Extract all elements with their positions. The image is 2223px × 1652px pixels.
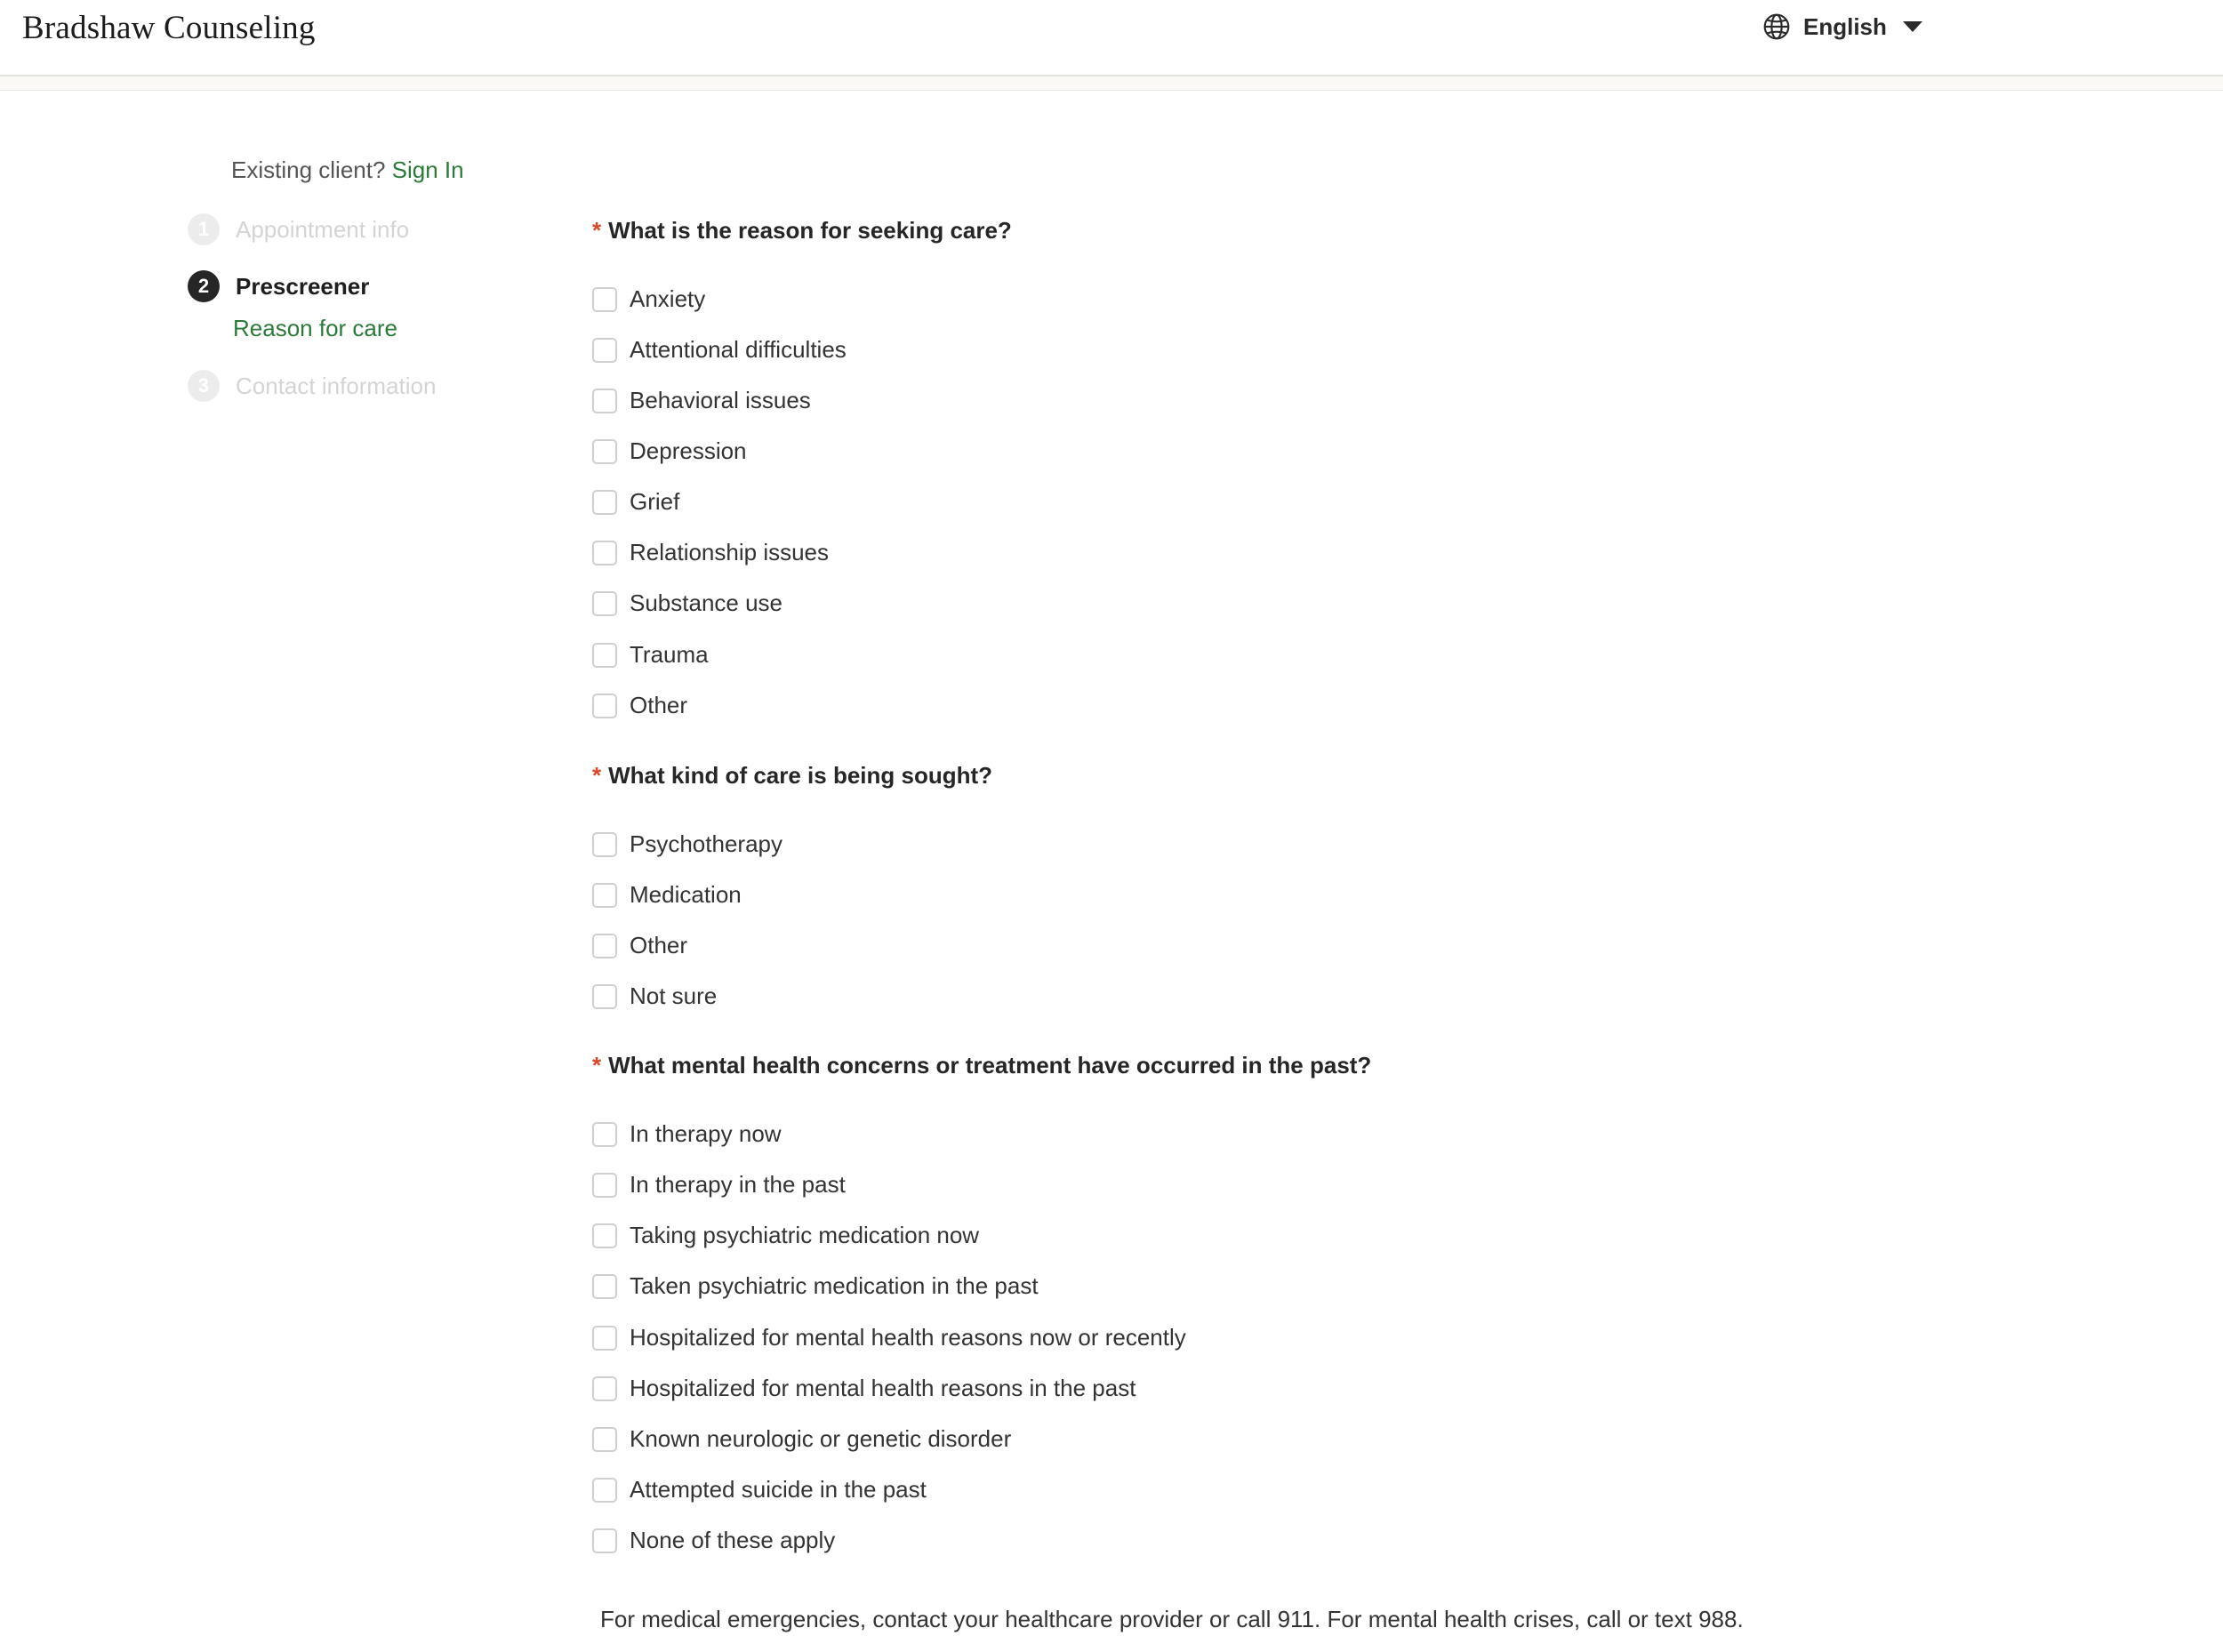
caret-down-icon: [1902, 21, 1922, 32]
option-in-therapy-now[interactable]: In therapy now: [592, 1120, 782, 1148]
option-other[interactable]: Other: [592, 932, 687, 959]
checkbox[interactable]: [592, 1375, 617, 1401]
existing-client-prompt: Existing client? Sign In: [231, 156, 464, 184]
option-none-apply[interactable]: None of these apply: [592, 1527, 835, 1554]
option-attentional-difficulties[interactable]: Attentional difficulties: [592, 336, 847, 364]
option-label: Psychotherapy: [630, 830, 782, 857]
option-label: Trauma: [630, 641, 709, 668]
option-grief[interactable]: Grief: [592, 488, 679, 516]
option-label: In therapy now: [630, 1120, 782, 1147]
option-medication[interactable]: Medication: [592, 881, 742, 909]
checkbox[interactable]: [592, 489, 617, 515]
checkbox[interactable]: [592, 1325, 617, 1351]
option-label: Attempted suicide in the past: [630, 1476, 927, 1503]
option-in-therapy-in-the-past[interactable]: In therapy in the past: [592, 1171, 846, 1199]
checkbox[interactable]: [592, 1172, 617, 1198]
checkbox[interactable]: [592, 882, 617, 908]
option-label: Other: [630, 932, 688, 958]
option-label: None of these apply: [630, 1527, 836, 1553]
option-label: Not sure: [630, 982, 718, 1009]
checkbox[interactable]: [592, 983, 617, 1009]
checkbox[interactable]: [592, 590, 617, 616]
step-label: Contact information: [236, 372, 437, 399]
option-substance-use[interactable]: Substance use: [592, 589, 782, 617]
checkbox[interactable]: [592, 388, 617, 413]
question-label: What mental health concerns or treatment…: [608, 1052, 1372, 1079]
existing-client-text: Existing client?: [231, 156, 386, 183]
option-label: Taking psychiatric medication now: [630, 1222, 980, 1248]
option-other[interactable]: Other: [592, 692, 687, 719]
option-label: Taken psychiatric medication in the past: [630, 1272, 1039, 1299]
checkbox[interactable]: [592, 540, 617, 565]
option-label: Hospitalized for mental health reasons n…: [630, 1324, 1186, 1351]
checkbox[interactable]: [592, 642, 617, 668]
option-label: Substance use: [630, 589, 783, 616]
option-hospitalized-in-past[interactable]: Hospitalized for mental health reasons i…: [592, 1375, 1136, 1402]
option-psychotherapy[interactable]: Psychotherapy: [592, 830, 782, 858]
step-prescreener[interactable]: 2 Prescreener: [188, 270, 369, 302]
step-number-badge: 3: [188, 370, 220, 402]
option-hospitalized-now-or-recently[interactable]: Hospitalized for mental health reasons n…: [592, 1324, 1186, 1351]
checkbox[interactable]: [592, 1528, 617, 1553]
option-label: Grief: [630, 488, 680, 515]
emergency-note: For medical emergencies, contact your he…: [600, 1606, 1744, 1632]
checkbox[interactable]: [592, 337, 617, 363]
option-label: Depression: [630, 437, 747, 464]
checkbox[interactable]: [592, 693, 617, 718]
checkbox[interactable]: [592, 1477, 617, 1503]
option-trauma[interactable]: Trauma: [592, 641, 709, 669]
option-label: Hospitalized for mental health reasons i…: [630, 1375, 1136, 1401]
step-number-badge: 1: [188, 213, 220, 245]
option-behavioral-issues[interactable]: Behavioral issues: [592, 387, 811, 414]
checkbox[interactable]: [592, 1121, 617, 1147]
question-past-concerns: * What mental health concerns or treatmen…: [592, 1052, 1371, 1079]
checkbox[interactable]: [592, 831, 617, 857]
language-selector[interactable]: English: [1762, 12, 1922, 42]
question-reason-for-care: * What is the reason for seeking care?: [592, 217, 1012, 245]
step-label: Prescreener: [236, 272, 370, 300]
step-appointment-info[interactable]: 1 Appointment info: [188, 213, 409, 245]
step-number-badge: 2: [188, 270, 220, 302]
substep-reason-for-care[interactable]: Reason for care: [233, 315, 397, 342]
checkbox[interactable]: [592, 438, 617, 464]
option-label: In therapy in the past: [630, 1171, 846, 1198]
checkbox[interactable]: [592, 933, 617, 958]
option-label: Other: [630, 692, 688, 718]
header-divider-strip: [0, 76, 2223, 91]
option-taken-medication-in-past[interactable]: Taken psychiatric medication in the past: [592, 1272, 1039, 1300]
option-label: Attentional difficulties: [630, 336, 847, 363]
brand-name: Bradshaw Counseling: [22, 10, 316, 46]
question-label: What is the reason for seeking care?: [608, 217, 1012, 244]
top-bar: Bradshaw Counseling English: [0, 0, 2223, 76]
option-taking-medication-now[interactable]: Taking psychiatric medication now: [592, 1222, 979, 1249]
option-label: Medication: [630, 881, 742, 908]
option-label: Relationship issues: [630, 539, 830, 565]
required-marker: *: [592, 762, 602, 789]
question-kind-of-care: * What kind of care is being sought?: [592, 762, 992, 790]
checkbox[interactable]: [592, 1223, 617, 1248]
required-marker: *: [592, 1052, 602, 1079]
step-contact-information[interactable]: 3 Contact information: [188, 370, 436, 402]
checkbox[interactable]: [592, 286, 617, 312]
option-anxiety[interactable]: Anxiety: [592, 285, 705, 313]
option-label: Known neurologic or genetic disorder: [630, 1425, 1012, 1452]
question-label: What kind of care is being sought?: [608, 762, 993, 789]
step-label: Appointment info: [236, 215, 410, 243]
required-marker: *: [592, 217, 602, 244]
option-label: Anxiety: [630, 285, 706, 312]
option-attempted-suicide[interactable]: Attempted suicide in the past: [592, 1476, 927, 1504]
checkbox[interactable]: [592, 1426, 617, 1452]
language-label: English: [1803, 12, 1887, 40]
option-not-sure[interactable]: Not sure: [592, 982, 717, 1010]
option-label: Behavioral issues: [630, 387, 811, 413]
option-depression[interactable]: Depression: [592, 437, 747, 465]
checkbox[interactable]: [592, 1273, 617, 1299]
option-neurologic-genetic-disorder[interactable]: Known neurologic or genetic disorder: [592, 1425, 1011, 1453]
sign-in-link[interactable]: Sign In: [392, 156, 464, 183]
globe-icon: [1763, 13, 1790, 40]
option-relationship-issues[interactable]: Relationship issues: [592, 539, 829, 566]
